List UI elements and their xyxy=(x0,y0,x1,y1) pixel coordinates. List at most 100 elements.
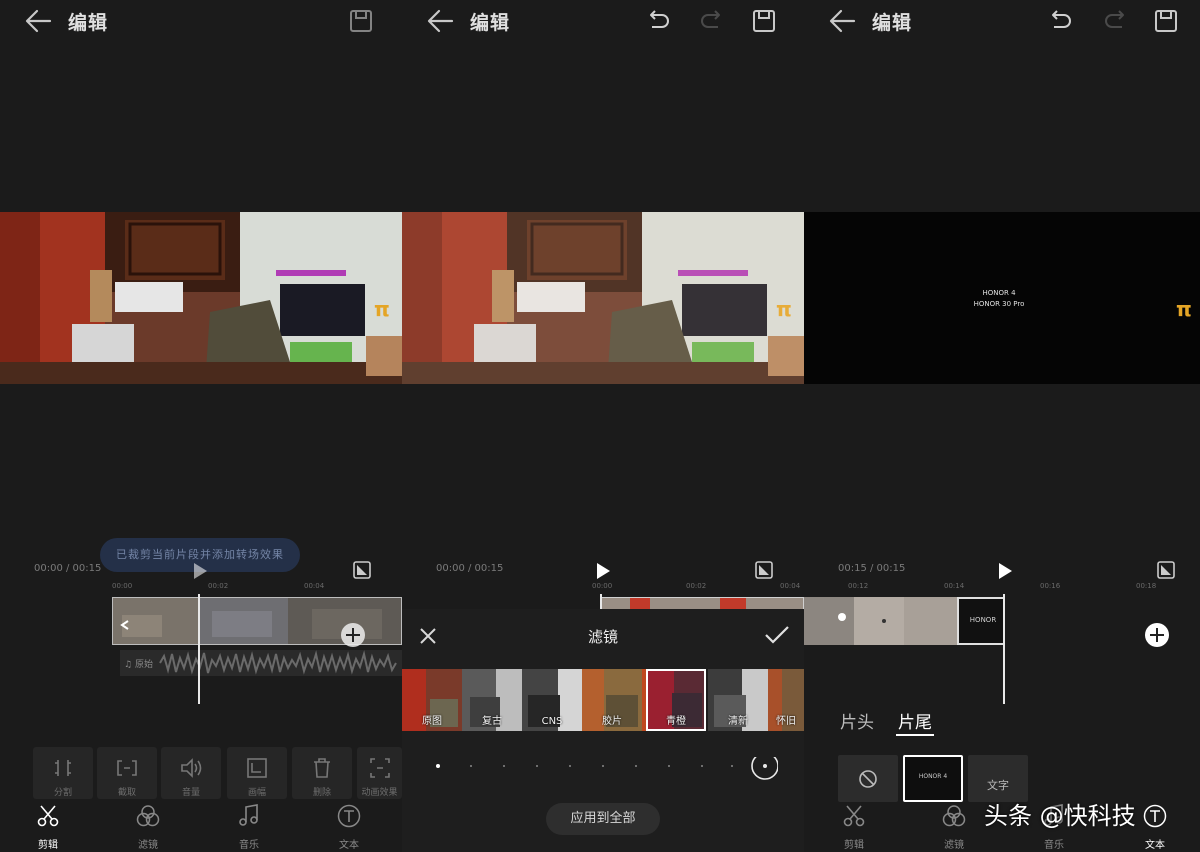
scissors-icon xyxy=(37,805,59,827)
tool-label: 分割 xyxy=(53,788,72,798)
audio-waveform[interactable] xyxy=(120,650,402,676)
confirm-check-icon[interactable] xyxy=(764,624,790,646)
add-clip-icon[interactable] xyxy=(1144,622,1170,648)
time-ruler: 00:12 00:14 00:16 00:18 xyxy=(804,582,1200,594)
filter-label: 原图 xyxy=(422,716,442,727)
ruler-tick: 00:14 xyxy=(944,582,965,590)
time-ruler: 00:00 00:02 00:04 xyxy=(0,582,402,594)
add-clip-icon[interactable] xyxy=(340,622,366,648)
filter-icon xyxy=(136,805,160,827)
aspect-ratio-icon[interactable] xyxy=(755,561,773,579)
template-honor[interactable]: HONOR 4 xyxy=(903,755,963,802)
playhead[interactable] xyxy=(600,594,602,610)
filter-label: 胶片 xyxy=(602,716,622,727)
save-icon[interactable] xyxy=(751,8,777,34)
tool-label: 动画效果 xyxy=(361,788,398,798)
ruler-tick: 00:04 xyxy=(780,582,801,590)
filter-item[interactable]: 胶片 xyxy=(582,669,642,731)
ruler-tick: 00:12 xyxy=(848,582,869,590)
animation-icon xyxy=(370,758,390,778)
timecode: 00:15 / 00:15 xyxy=(838,563,906,574)
music-note-icon: ♫ xyxy=(124,660,135,670)
nav-label: 文本 xyxy=(1145,840,1165,851)
scissors-icon xyxy=(843,805,865,827)
tool-label: 画幅 xyxy=(247,788,266,798)
nav-label: 文本 xyxy=(339,840,359,851)
ruler-tick: 00:00 xyxy=(112,582,133,590)
nav-filter[interactable]: 滤镜 xyxy=(924,804,984,852)
watermark: 头条 @快科技 xyxy=(984,802,1136,830)
title-overlay: HONOR 4 HONOR 30 Pro xyxy=(954,288,1044,310)
redo-icon[interactable] xyxy=(1102,8,1128,34)
nav-text[interactable]: 文本 xyxy=(319,804,379,852)
template-text[interactable]: 文字 xyxy=(968,755,1028,802)
undo-icon[interactable] xyxy=(646,8,672,34)
filter-item[interactable]: 怀旧 xyxy=(768,669,804,731)
filter-item-selected[interactable]: 青橙 xyxy=(646,669,706,731)
tool-animation-button[interactable]: 动画效果 xyxy=(357,747,402,799)
aspect-ratio-icon[interactable] xyxy=(353,561,371,579)
canvas-icon xyxy=(247,758,267,778)
filter-list: 原图 复古 CNS 胶片 浓郁 青橙 xyxy=(402,669,804,731)
nav-label: 音乐 xyxy=(1044,840,1064,851)
tool-canvas-button[interactable]: 画幅 xyxy=(227,747,287,799)
filter-sheet: 滤镜 原图 复古 CNS 胶片 浓郁 xyxy=(402,609,804,852)
nav-music[interactable]: 音乐 xyxy=(219,804,279,852)
apply-to-all-button[interactable]: 应用到全部 xyxy=(546,803,660,835)
template-label: 文字 xyxy=(987,779,1009,792)
save-icon[interactable] xyxy=(348,8,374,34)
overlay-line: HONOR 30 Pro xyxy=(973,300,1025,308)
back-arrow-icon[interactable] xyxy=(828,8,858,34)
template-label: HONOR 4 xyxy=(918,773,948,780)
playhead[interactable] xyxy=(1003,594,1005,704)
video-preview xyxy=(402,212,804,384)
nav-edit[interactable]: 剪辑 xyxy=(824,804,884,852)
play-icon[interactable] xyxy=(997,562,1013,580)
aspect-ratio-icon[interactable] xyxy=(1157,561,1175,579)
playhead[interactable] xyxy=(198,594,200,704)
timecode: 00:00 / 00:15 xyxy=(436,563,504,574)
undo-icon[interactable] xyxy=(1048,8,1074,34)
tool-trim-button[interactable]: 截取 xyxy=(97,747,157,799)
template-none[interactable] xyxy=(838,755,898,802)
tool-volume-button[interactable]: 音量 xyxy=(161,747,221,799)
filter-item[interactable]: 清新 xyxy=(708,669,768,731)
nav-edit[interactable]: 剪辑 xyxy=(18,804,78,852)
tool-split-button[interactable]: 分割 xyxy=(33,747,93,799)
save-icon[interactable] xyxy=(1153,8,1179,34)
redo-icon[interactable] xyxy=(698,8,724,34)
filter-intensity-slider[interactable] xyxy=(432,757,778,791)
play-icon[interactable] xyxy=(192,562,208,580)
text-icon xyxy=(1143,804,1167,828)
filter-label: CNS xyxy=(541,716,563,727)
no-template-icon xyxy=(859,770,877,788)
page-title: 编辑 xyxy=(470,12,511,34)
ruler-tick: 00:16 xyxy=(1040,582,1061,590)
back-arrow-icon[interactable] xyxy=(24,8,54,34)
filter-label: 怀旧 xyxy=(776,716,796,727)
ruler-tick: 00:02 xyxy=(686,582,707,590)
play-icon[interactable] xyxy=(595,562,611,580)
page-title: 编辑 xyxy=(872,12,913,34)
top-bar: 编辑 xyxy=(804,0,1200,44)
tool-delete-button[interactable]: 删除 xyxy=(292,747,352,799)
tab-opening[interactable]: 片头 xyxy=(840,708,874,733)
ending-clip-label: HONOR xyxy=(969,616,997,624)
filter-item[interactable]: CNS xyxy=(522,669,582,731)
trash-icon xyxy=(314,758,330,778)
back-arrow-icon[interactable] xyxy=(426,8,456,34)
nav-filter[interactable]: 滤镜 xyxy=(118,804,178,852)
nav-label: 音乐 xyxy=(239,840,259,851)
tool-label: 删除 xyxy=(312,788,331,798)
audio-label-text: 原始 xyxy=(134,660,153,670)
split-icon xyxy=(55,760,71,776)
time-ruler: 00:00 00:02 00:04 xyxy=(402,582,804,594)
filter-item[interactable]: 原图 xyxy=(402,669,462,731)
filter-item[interactable]: 复古 xyxy=(462,669,522,731)
tab-ending[interactable]: 片尾 xyxy=(898,708,932,733)
timecode: 00:00 / 00:15 xyxy=(34,563,102,574)
top-bar: 编辑 xyxy=(402,0,804,44)
editor-screen-text: 编辑 HONOR 4 HONOR 30 Pro π 00:15 / 00:15 … xyxy=(804,0,1200,852)
active-tab-indicator xyxy=(896,734,934,736)
nav-label: 剪辑 xyxy=(844,840,864,851)
